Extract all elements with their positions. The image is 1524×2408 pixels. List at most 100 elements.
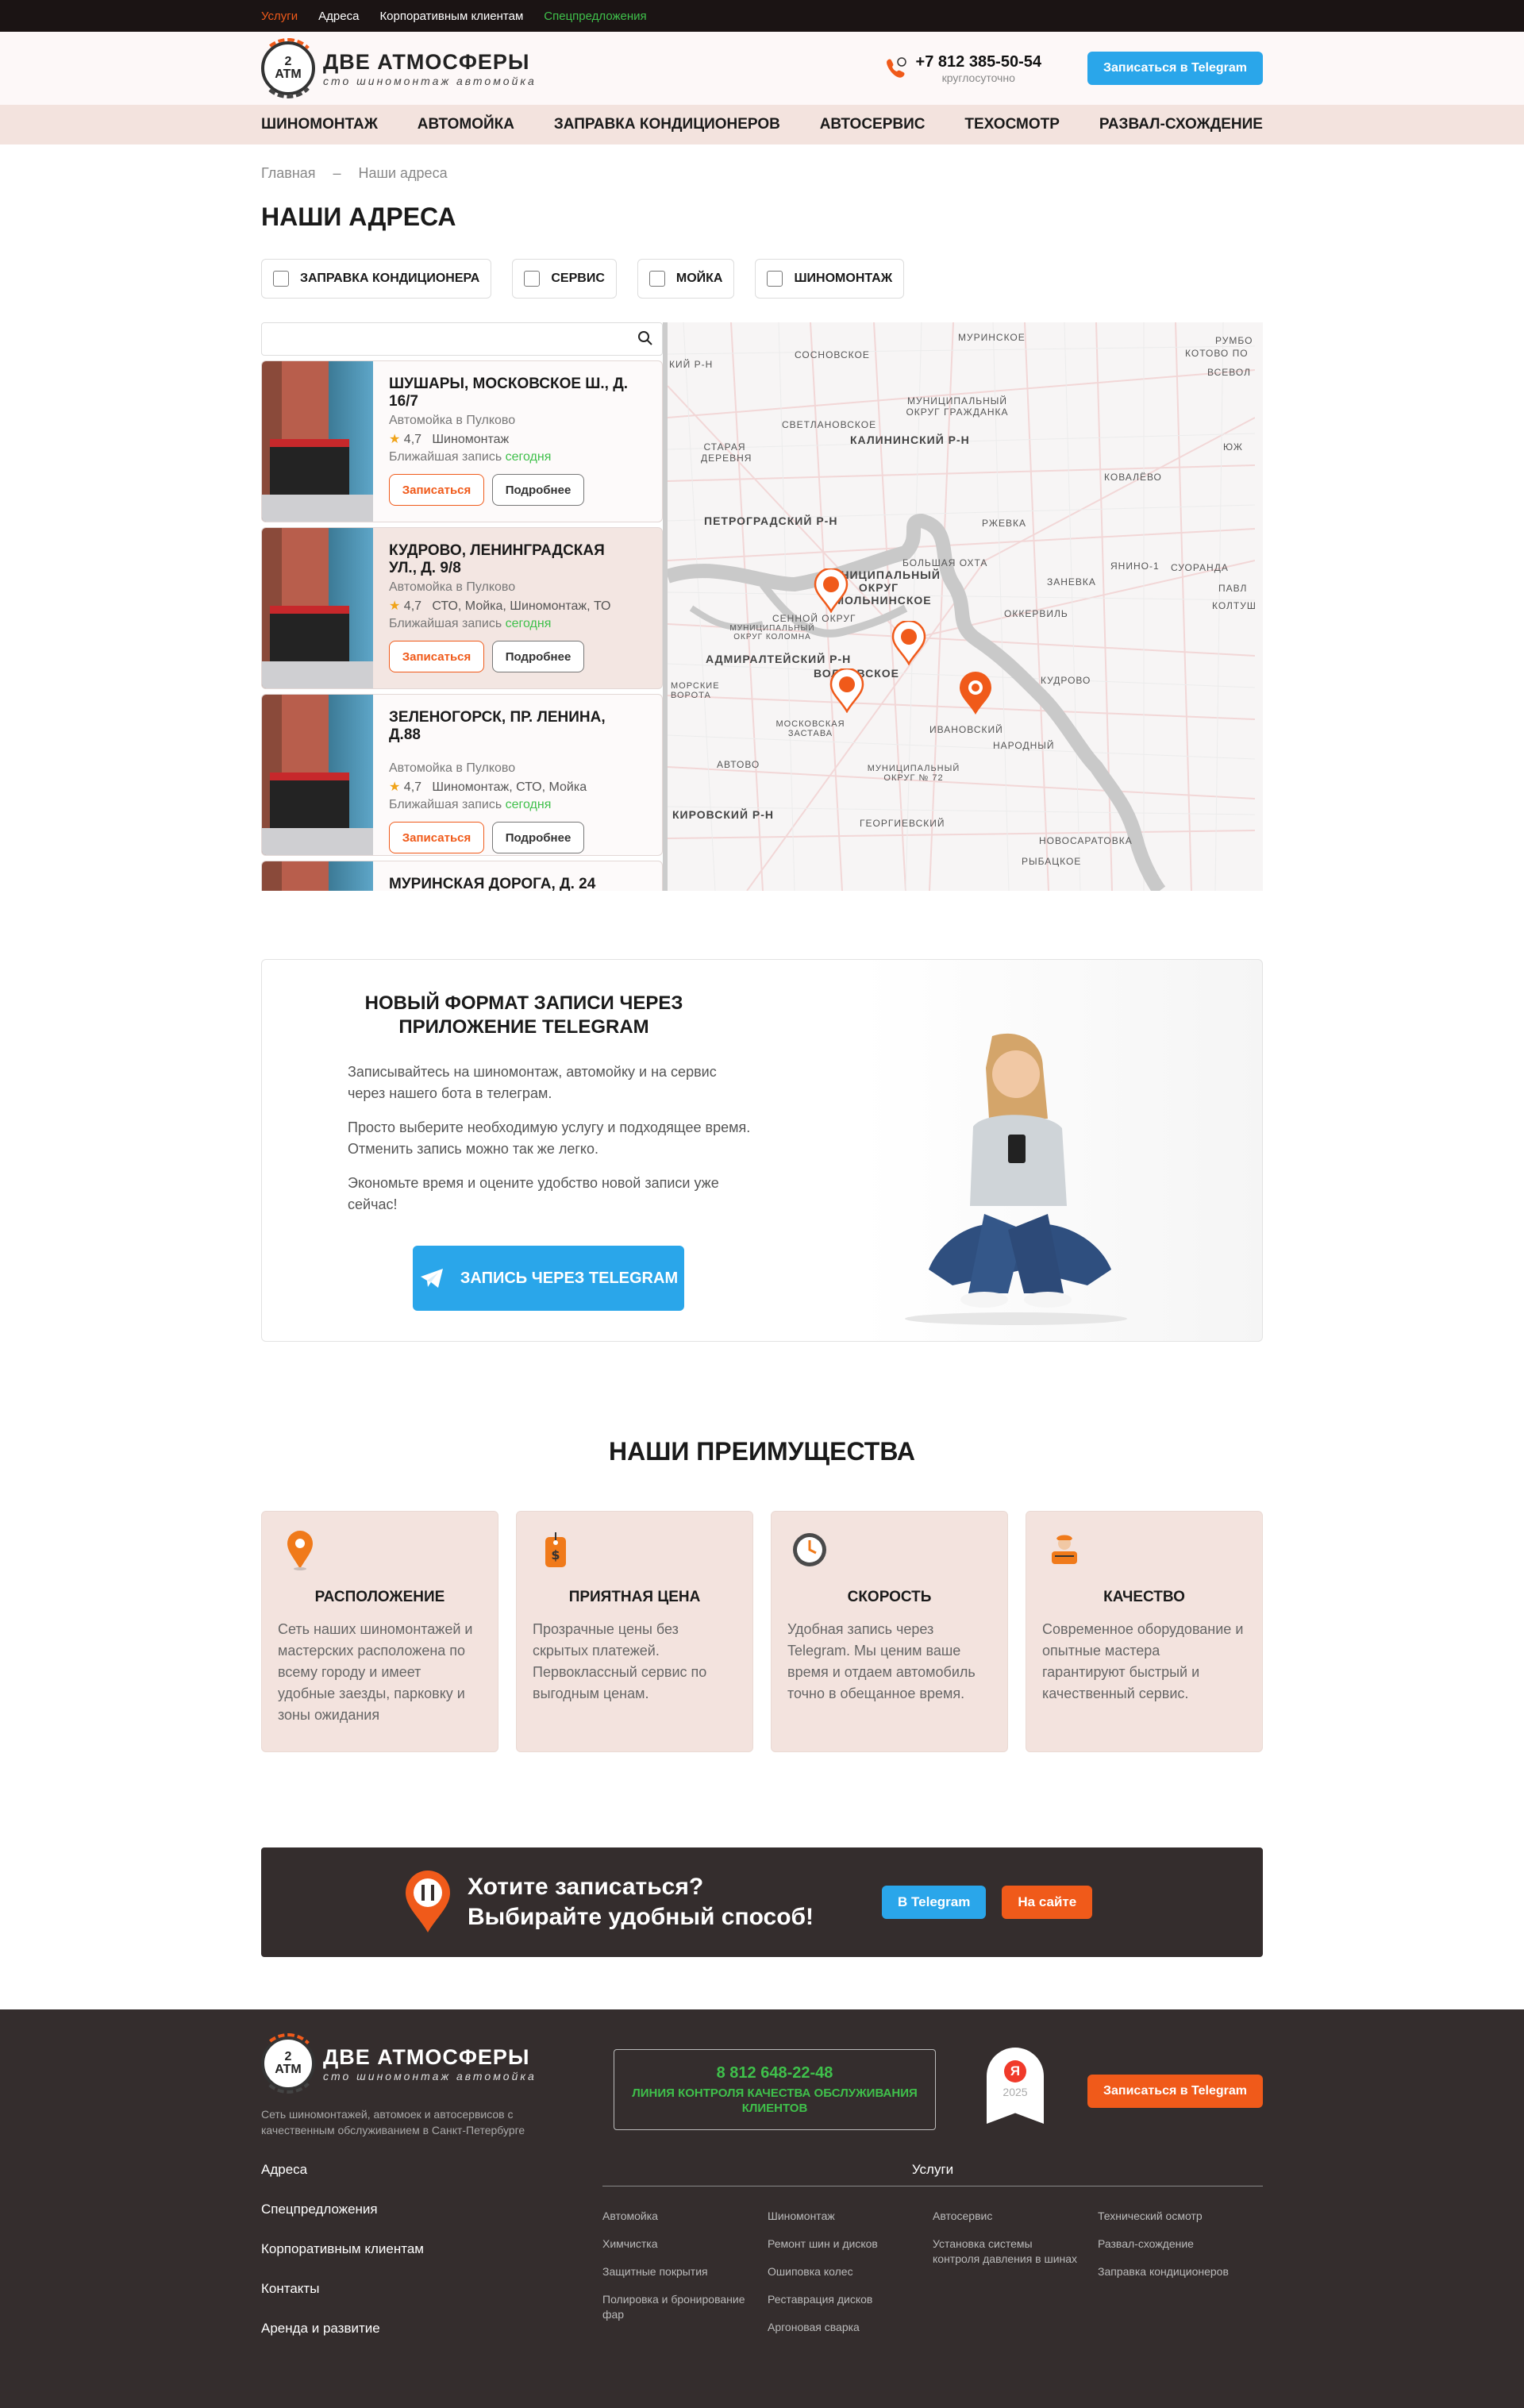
- book-button[interactable]: Записаться: [389, 641, 484, 672]
- location-card[interactable]: МУРИНСКАЯ ДОРОГА, Д. 24: [261, 861, 663, 891]
- topbar-link-offers[interactable]: Спецпредложения: [544, 10, 646, 23]
- service-link[interactable]: Реставрация дисков: [768, 2292, 933, 2307]
- map[interactable]: МУРИНСКОЕ РУМБО КОТОВО ПО Всевол КИЙ Р-Н…: [668, 322, 1263, 891]
- service-link[interactable]: Технический осмотр: [1098, 2209, 1263, 2224]
- map-label: АДМИРАЛТЕЙСКИЙ Р-Н: [706, 653, 852, 665]
- nav-item-ac-refill[interactable]: ЗАПРАВКА КОНДИЦИОНЕРОВ: [554, 116, 780, 133]
- map-label: СОСНОВСКОЕ: [795, 349, 870, 360]
- logo-mark-top: 2: [284, 2050, 292, 2063]
- map-marker[interactable]: [829, 668, 864, 713]
- nav-item-car-service[interactable]: АВТОСЕРВИС: [820, 116, 926, 133]
- details-button[interactable]: Подробнее: [492, 641, 584, 672]
- map-marker[interactable]: [891, 621, 926, 665]
- search-input[interactable]: [261, 322, 663, 356]
- filter-ac[interactable]: ЗАПРАВКА КОНДИЦИОНЕРА: [261, 259, 492, 299]
- footer-logo[interactable]: 2 ATM ДВЕ АТМОСФЕРЫ сто шиномонтаж автом…: [258, 2033, 539, 2094]
- nav-item-tire-service[interactable]: ШИНОМОНТАЖ: [261, 116, 378, 133]
- service-link[interactable]: Автосервис: [933, 2209, 1098, 2224]
- service-link[interactable]: Шиномонтаж: [768, 2209, 933, 2224]
- filter-checkbox[interactable]: [767, 271, 783, 287]
- map-label: Суоранда: [1171, 562, 1229, 573]
- advantage-text: Прозрачные цены без скрытых платежей. Пе…: [533, 1621, 707, 1701]
- location-card[interactable]: КУДРОВО, ЛЕНИНГРАДСКАЯ УЛ., Д. 9/8 Автом…: [261, 527, 663, 689]
- service-link[interactable]: Аргоновая сварка: [768, 2320, 933, 2335]
- topbar-link-services[interactable]: Услуги: [261, 10, 298, 23]
- map-label: СТАРАЯ ДЕРЕВНЯ: [701, 441, 752, 464]
- book-button[interactable]: Записаться: [389, 822, 484, 853]
- star-icon: ★: [389, 433, 401, 446]
- header-phone[interactable]: +7 812 385-50-54 круглосуточно: [883, 53, 1041, 84]
- location-photo: [262, 695, 373, 855]
- breadcrumb: Главная – Наши адреса: [261, 144, 1263, 182]
- footer-services-title: Услуги: [602, 2162, 1263, 2186]
- map-label: Заневка: [1047, 576, 1096, 588]
- service-link[interactable]: Ошиповка колес: [768, 2264, 933, 2279]
- phone-number: +7 812 385-50-54: [915, 52, 1041, 71]
- location-nearest: Ближайшая запись сегодня: [389, 798, 552, 811]
- logo[interactable]: 2 ATM ДВЕ АТМОСФЕРЫ сто шиномонтаж автом…: [258, 38, 537, 98]
- nav-item-inspection[interactable]: ТЕХОСМОТР: [964, 116, 1060, 133]
- star-icon: ★: [389, 599, 401, 613]
- advantage-title: РАСПОЛОЖЕНИЕ: [314, 1589, 445, 1605]
- book-button[interactable]: Записаться: [389, 474, 484, 506]
- header-telegram-button[interactable]: Записаться в Telegram: [1087, 52, 1263, 85]
- filter-checkbox[interactable]: [273, 271, 289, 287]
- quality-hotline[interactable]: 8 812 648-22-48 ЛИНИЯ КОНТРОЛЯ КАЧЕСТВА …: [614, 2049, 936, 2130]
- breadcrumb-home[interactable]: Главная: [261, 165, 316, 182]
- cta-telegram-button[interactable]: В Telegram: [882, 1886, 987, 1919]
- map-marker-active[interactable]: [958, 672, 993, 716]
- location-title: МУРИНСКАЯ ДОРОГА, Д. 24: [389, 876, 596, 891]
- filter-service[interactable]: СЕРВИС: [512, 259, 617, 299]
- topbar-link-addresses[interactable]: Адреса: [318, 10, 359, 23]
- footer-link[interactable]: Контакты: [261, 2281, 602, 2297]
- footer-link[interactable]: Корпоративным клиентам: [261, 2241, 602, 2257]
- map-marker[interactable]: [814, 568, 849, 613]
- service-link[interactable]: Установка системы контроля давления в ши…: [933, 2237, 1098, 2267]
- service-link[interactable]: Химчистка: [602, 2237, 768, 2252]
- brand-tagline: сто шиномонтаж автомойка: [323, 2069, 537, 2082]
- map-label: МУРИНСКОЕ: [958, 332, 1026, 343]
- search-icon[interactable]: [637, 329, 654, 347]
- footer-telegram-button[interactable]: Записаться в Telegram: [1087, 2075, 1263, 2108]
- filter-wash[interactable]: МОЙКА: [637, 259, 735, 299]
- breadcrumb-current: Наши адреса: [358, 165, 448, 181]
- map-label: РУМБО: [1215, 335, 1253, 346]
- top-bar: Услуги Адреса Корпоративным клиентам Спе…: [0, 0, 1524, 32]
- filter-label: ЗАПРАВКА КОНДИЦИОНЕРА: [300, 272, 480, 285]
- promo-telegram-button[interactable]: ЗАПИСЬ ЧЕРЕЗ TELEGRAM: [413, 1246, 684, 1311]
- map-label: КОТОВО ПО: [1185, 348, 1249, 359]
- location-title: КУДРОВО, ЛЕНИНГРАДСКАЯ УЛ., Д. 9/8: [389, 542, 605, 576]
- footer-link[interactable]: Аренда и развитие: [261, 2321, 602, 2337]
- addresses-block: ШУШАРЫ, МОСКОВСКОЕ Ш., Д. 16/7 Автомойка…: [261, 322, 1263, 891]
- filter-label: ШИНОМОНТАЖ: [794, 272, 893, 285]
- service-link[interactable]: Заправка кондиционеров: [1098, 2264, 1263, 2279]
- filter-tires[interactable]: ШИНОМОНТАЖ: [755, 259, 905, 299]
- service-link[interactable]: Защитные покрытия: [602, 2264, 768, 2279]
- footer-link[interactable]: Спецпредложения: [261, 2202, 602, 2217]
- service-link[interactable]: Полировка и бронирование фар: [602, 2292, 768, 2322]
- map-label: Ковалёво: [1104, 472, 1162, 483]
- filter-checkbox[interactable]: [524, 271, 541, 287]
- footer-link[interactable]: Адреса: [261, 2162, 602, 2178]
- nav-item-car-wash[interactable]: АВТОМОЙКА: [418, 116, 514, 133]
- topbar-link-corporate[interactable]: Корпоративным клиентам: [379, 10, 523, 23]
- cta-line-1: Хотите записаться?: [468, 1874, 704, 1900]
- service-link[interactable]: Автомойка: [602, 2209, 768, 2224]
- yandex-badge[interactable]: Я 2025: [987, 2048, 1044, 2124]
- location-photo: [262, 528, 373, 688]
- nav-item-alignment[interactable]: РАЗВАЛ-СХОЖДЕНИЕ: [1099, 116, 1263, 133]
- service-link[interactable]: Ремонт шин и дисков: [768, 2237, 933, 2252]
- location-card[interactable]: ШУШАРЫ, МОСКОВСКОЕ Ш., Д. 16/7 Автомойка…: [261, 360, 663, 522]
- details-button[interactable]: Подробнее: [492, 474, 584, 506]
- promo-text-1: Записывайтесь на шиномонтаж, автомойку и…: [348, 1064, 717, 1101]
- map-label: РЖЕВКА: [982, 518, 1026, 529]
- cta-site-button[interactable]: На сайте: [1002, 1886, 1093, 1919]
- map-label: СВЕТЛАНОВСКОЕ: [782, 419, 877, 430]
- location-pin-icon: [406, 1871, 450, 1932]
- location-card[interactable]: ЗЕЛЕНОГОРСК, ПР. ЛЕНИНА, Д.88 Автомойка …: [261, 694, 663, 856]
- booking-cta: Хотите записаться? Выбирайте удобный спо…: [261, 1847, 1263, 1957]
- filter-checkbox[interactable]: [648, 271, 665, 287]
- map-label: МОСКОВСКАЯ ЗАСТАВА: [775, 719, 845, 738]
- details-button[interactable]: Подробнее: [492, 822, 584, 853]
- service-link[interactable]: Развал-схождение: [1098, 2237, 1263, 2252]
